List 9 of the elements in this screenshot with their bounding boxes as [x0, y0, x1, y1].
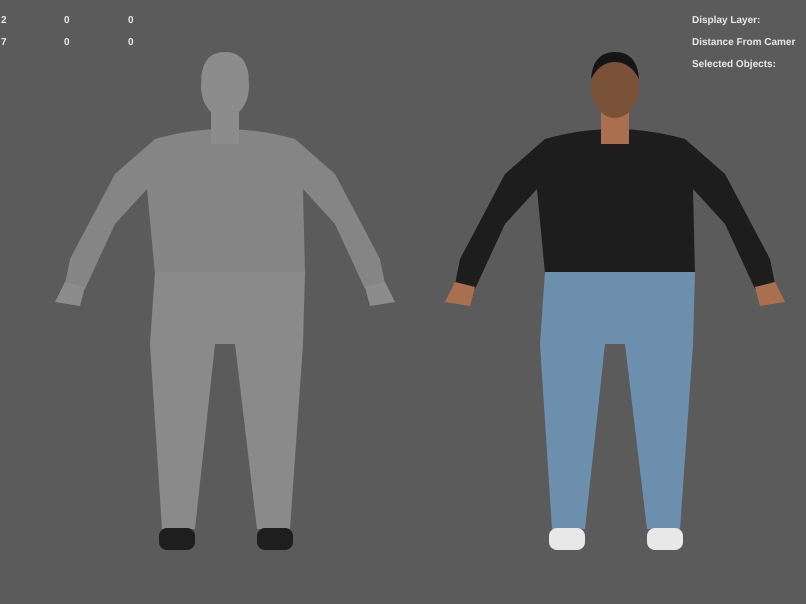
hud-label: Display Layer:	[692, 14, 762, 28]
hud-label: Selected Objects:	[692, 58, 777, 72]
hud-label: Distance From Camer	[692, 36, 796, 50]
hud-value: 0	[64, 14, 71, 28]
hud-value: 0	[64, 36, 71, 50]
hud-value: 0	[128, 36, 134, 50]
hud-value: 0	[128, 14, 134, 28]
hud-value: 7	[0, 36, 8, 50]
hud-value: 2	[0, 14, 8, 28]
